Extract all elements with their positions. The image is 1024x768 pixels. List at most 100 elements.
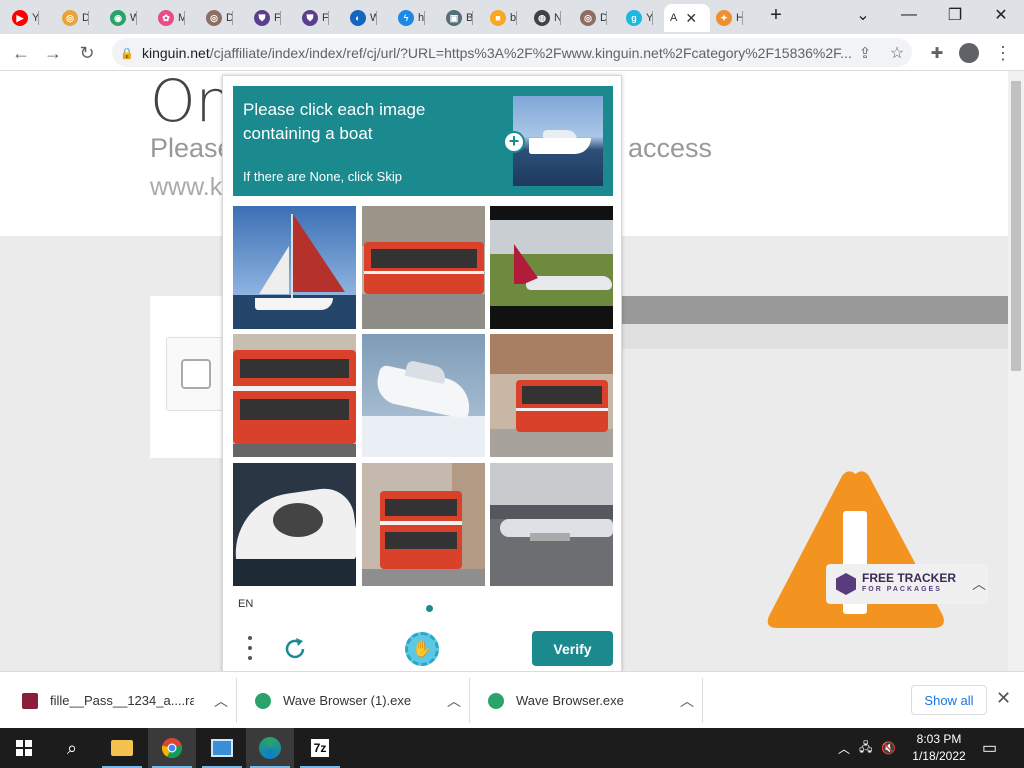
- file-explorer-icon[interactable]: [98, 728, 146, 768]
- control-panel-icon[interactable]: [198, 728, 246, 768]
- browser-tab[interactable]: ▶ Y: [6, 4, 39, 32]
- tab-title: A: [670, 12, 678, 24]
- captcha-tile-1[interactable]: [233, 206, 356, 329]
- extensions-icon[interactable]: ✚: [924, 40, 950, 66]
- captcha-tile-8[interactable]: [362, 463, 485, 586]
- tab-favicon-icon: ▶: [12, 10, 28, 26]
- back-button[interactable]: ←: [8, 40, 34, 66]
- captcha-skip-hint: If there are None, click Skip: [243, 169, 402, 184]
- notifications-icon[interactable]: ▭: [982, 728, 1002, 768]
- url-path: /cjaffiliate/index/index/ref/cj/url/?URL…: [209, 44, 852, 61]
- hcaptcha-logo-icon[interactable]: ✋: [405, 632, 439, 666]
- volume-muted-icon[interactable]: 🔇: [881, 741, 896, 755]
- browser-tab[interactable]: ◎ D: [200, 4, 233, 32]
- page-subtitle-right: access: [628, 133, 713, 163]
- refresh-challenge-icon[interactable]: [281, 635, 309, 663]
- tab-favicon-icon: ◎: [206, 10, 222, 26]
- close-download-bar-icon[interactable]: ✕: [996, 688, 1011, 709]
- download-filename: fille__Pass__1234_a....rar: [50, 693, 194, 708]
- tab-favicon-icon: ✿: [158, 10, 174, 26]
- download-item[interactable]: Wave Browser.exe ︿: [470, 678, 703, 723]
- tab-favicon-icon: ▣: [446, 10, 462, 26]
- browser-tab[interactable]: A ✕: [664, 4, 710, 32]
- tray-expand-icon[interactable]: ︿: [838, 740, 850, 757]
- close-window-button[interactable]: ✕: [978, 0, 1024, 30]
- profile-avatar[interactable]: [956, 40, 982, 66]
- page-scrollbar[interactable]: [1008, 71, 1024, 671]
- browser-tab[interactable]: gY: [620, 4, 653, 32]
- chrome-icon[interactable]: [148, 728, 196, 768]
- close-tab-icon[interactable]: ✕: [685, 10, 697, 27]
- download-options-chevron-icon[interactable]: ︿: [206, 691, 236, 711]
- download-options-chevron-icon[interactable]: ︿: [439, 691, 469, 711]
- download-bar: fille__Pass__1234_a....rar ︿ Wave Browser …: [0, 671, 1024, 728]
- download-filename: Wave Browser (1).exe: [283, 693, 412, 708]
- clock-date: 1/18/2022: [912, 749, 966, 763]
- new-tab-button[interactable]: +: [754, 0, 798, 30]
- captcha-header: Please click each image containing a boa…: [233, 86, 613, 196]
- browser-tab[interactable]: ◉ W: [104, 4, 137, 32]
- browser-tab[interactable]: ✦ H: [710, 4, 743, 32]
- share-icon[interactable]: ⇪: [852, 40, 878, 66]
- clock-time: 8:03 PM: [916, 732, 962, 746]
- download-filename: Wave Browser.exe: [516, 693, 624, 708]
- captcha-tile-7[interactable]: [233, 463, 356, 586]
- captcha-menu-icon[interactable]: [245, 636, 255, 660]
- windows-taskbar: ⌕ 7z ︿ 🖧 🔇 8:03 PM 1/18/2022 ▭: [0, 728, 1024, 768]
- captcha-tile-5[interactable]: [362, 334, 485, 457]
- free-tracker-extension-badge[interactable]: FREE TRACKER FOR PACKAGES ︿: [826, 564, 988, 604]
- scrollbar-thumb[interactable]: [1011, 81, 1021, 371]
- page-domain-text: www.k: [150, 173, 223, 201]
- browser-tab[interactable]: ◐ W: [344, 4, 377, 32]
- forward-button[interactable]: →: [40, 40, 66, 66]
- browser-tab[interactable]: ϟh: [392, 4, 425, 32]
- free-tracker-tagline: FOR PACKAGES: [862, 586, 942, 593]
- show-all-downloads-button[interactable]: Show all: [911, 685, 987, 715]
- address-bar[interactable]: 🔒 kinguin.net/cjaffiliate/index/index/re…: [112, 38, 912, 67]
- chevron-up-icon[interactable]: ︿: [972, 574, 986, 594]
- minimize-button[interactable]: —: [886, 0, 932, 30]
- captcha-tile-6[interactable]: [490, 334, 613, 457]
- page-indicator-dot: [426, 605, 433, 612]
- search-icon[interactable]: ⌕: [48, 728, 96, 768]
- wave-icon: [488, 692, 504, 709]
- start-button[interactable]: [0, 728, 48, 768]
- light-banner-strip: [620, 324, 1008, 349]
- browser-menu-icon[interactable]: ⋮: [990, 40, 1016, 66]
- url-host: kinguin.net: [142, 44, 210, 61]
- expand-example-icon[interactable]: +: [503, 131, 525, 153]
- captcha-tile-4[interactable]: [233, 334, 356, 457]
- captcha-checkbox[interactable]: [181, 359, 211, 389]
- browser-tab[interactable]: ◍ N: [528, 4, 561, 32]
- browser-tab[interactable]: ■ b: [484, 4, 517, 32]
- wave-browser-icon[interactable]: [246, 728, 294, 768]
- download-item[interactable]: Wave Browser (1).exe ︿: [237, 678, 470, 723]
- captcha-tile-3[interactable]: [490, 206, 613, 329]
- browser-tab[interactable]: ▣ B: [440, 4, 473, 32]
- download-item[interactable]: fille__Pass__1234_a....rar ︿: [4, 678, 237, 723]
- captcha-tile-9[interactable]: [490, 463, 613, 586]
- browser-tab[interactable]: ✿ M: [152, 4, 185, 32]
- tab-search-chevron-icon[interactable]: ⌄: [840, 0, 886, 30]
- captcha-example-image[interactable]: [513, 96, 603, 186]
- browser-tab[interactable]: ◎ D: [56, 4, 89, 32]
- lock-icon: 🔒: [120, 47, 134, 60]
- system-clock[interactable]: 8:03 PM 1/18/2022: [900, 731, 978, 765]
- maximize-button[interactable]: ❐: [932, 0, 978, 30]
- 7zip-icon[interactable]: 7z: [296, 728, 344, 768]
- download-options-chevron-icon[interactable]: ︿: [672, 691, 702, 711]
- browser-tab[interactable]: ⛊ F: [296, 4, 329, 32]
- language-selector[interactable]: EN: [238, 598, 253, 610]
- captcha-tile-2[interactable]: [362, 206, 485, 329]
- captcha-prompt: Please click each image containing a boa…: [243, 100, 426, 143]
- page-subtitle-left: Please: [150, 133, 233, 163]
- bookmark-star-icon[interactable]: ☆: [884, 40, 910, 66]
- reload-button[interactable]: ↻: [74, 40, 100, 66]
- browser-tab[interactable]: ⛊ F: [248, 4, 281, 32]
- browser-tab[interactable]: ◎ D: [574, 4, 607, 32]
- network-icon[interactable]: 🖧: [859, 738, 872, 759]
- windows-logo-icon: [16, 740, 32, 756]
- free-tracker-logo-icon: [836, 573, 856, 595]
- tab-favicon-icon: ◉: [110, 10, 126, 26]
- verify-button[interactable]: Verify: [532, 631, 613, 666]
